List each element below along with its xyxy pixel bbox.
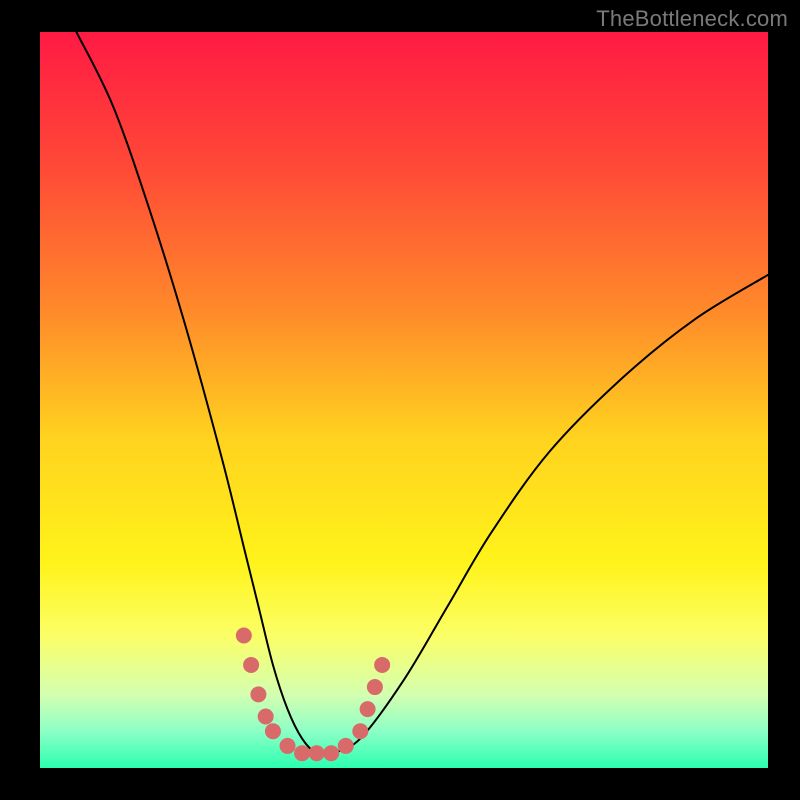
highlight-marker <box>236 628 252 644</box>
highlight-marker <box>294 745 310 761</box>
highlight-marker <box>374 657 390 673</box>
highlight-marker <box>323 745 339 761</box>
highlight-marker <box>265 723 281 739</box>
highlight-marker <box>360 701 376 717</box>
highlight-marker <box>243 657 259 673</box>
highlight-marker <box>309 745 325 761</box>
highlight-marker <box>250 686 266 702</box>
highlight-marker <box>367 679 383 695</box>
highlight-marker <box>352 723 368 739</box>
watermark-text: TheBottleneck.com <box>596 6 788 32</box>
highlight-marker <box>338 738 354 754</box>
chart-root: TheBottleneck.com <box>0 0 800 800</box>
plot-background <box>40 32 768 768</box>
highlight-marker <box>258 708 274 724</box>
chart-canvas <box>0 0 800 800</box>
highlight-marker <box>280 738 296 754</box>
